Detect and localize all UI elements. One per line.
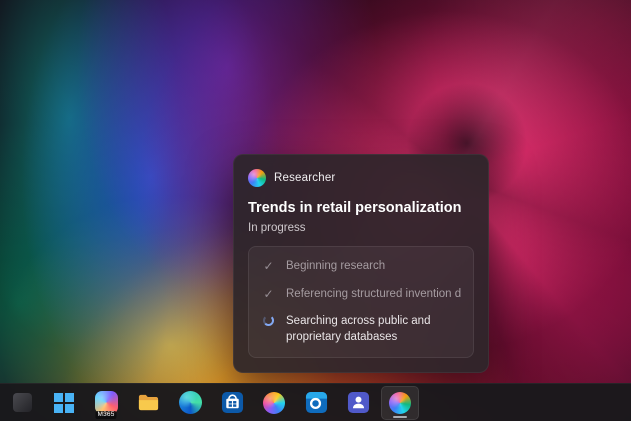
generic-app-icon <box>13 393 32 412</box>
desktop: Researcher Trends in retail personalizat… <box>0 0 631 421</box>
step-label: Searching across public and proprietary … <box>286 314 461 345</box>
research-step-completed: ✓ Beginning research <box>261 259 461 275</box>
step-label: Referencing structured invention d... <box>286 287 461 303</box>
researcher-app-name: Researcher <box>274 172 335 184</box>
research-step-in-progress: Searching across public and proprietary … <box>261 314 461 345</box>
taskbar-start-button[interactable] <box>46 387 82 419</box>
taskbar: M365 <box>0 383 631 421</box>
card-header: Researcher <box>248 169 474 187</box>
taskbar-edge[interactable] <box>172 387 208 419</box>
check-icon: ✓ <box>261 287 276 301</box>
taskbar-file-explorer[interactable] <box>130 387 166 419</box>
teams-icon <box>347 391 370 414</box>
research-step-completed: ✓ Referencing structured invention d... <box>261 287 461 303</box>
taskbar-researcher[interactable] <box>382 387 418 419</box>
spinner-icon <box>263 315 274 326</box>
research-task-title: Trends in retail personalization <box>248 200 474 216</box>
check-icon: ✓ <box>261 259 276 273</box>
spinner-container <box>261 314 276 332</box>
outlook-icon <box>305 391 328 414</box>
taskbar-pinned-app[interactable] <box>4 387 40 419</box>
windows-start-icon <box>54 393 74 413</box>
researcher-taskbar-icon <box>389 392 411 414</box>
taskbar-teams[interactable] <box>340 387 376 419</box>
active-app-indicator <box>393 416 407 418</box>
step-label: Beginning research <box>286 259 385 275</box>
researcher-app-icon <box>248 169 266 187</box>
taskbar-copilot[interactable] <box>256 387 292 419</box>
copilot-icon <box>263 392 285 414</box>
research-steps-panel: ✓ Beginning research ✓ Referencing struc… <box>248 246 474 358</box>
taskbar-microsoft-store[interactable] <box>214 387 250 419</box>
research-status: In progress <box>248 222 474 234</box>
taskbar-outlook[interactable] <box>298 387 334 419</box>
microsoft-store-icon <box>221 391 244 414</box>
folder-icon <box>137 391 160 414</box>
taskbar-m365-copilot[interactable]: M365 <box>88 387 124 419</box>
m365-badge: M365 <box>95 411 116 419</box>
edge-icon <box>179 391 202 414</box>
researcher-progress-card[interactable]: Researcher Trends in retail personalizat… <box>233 154 489 373</box>
